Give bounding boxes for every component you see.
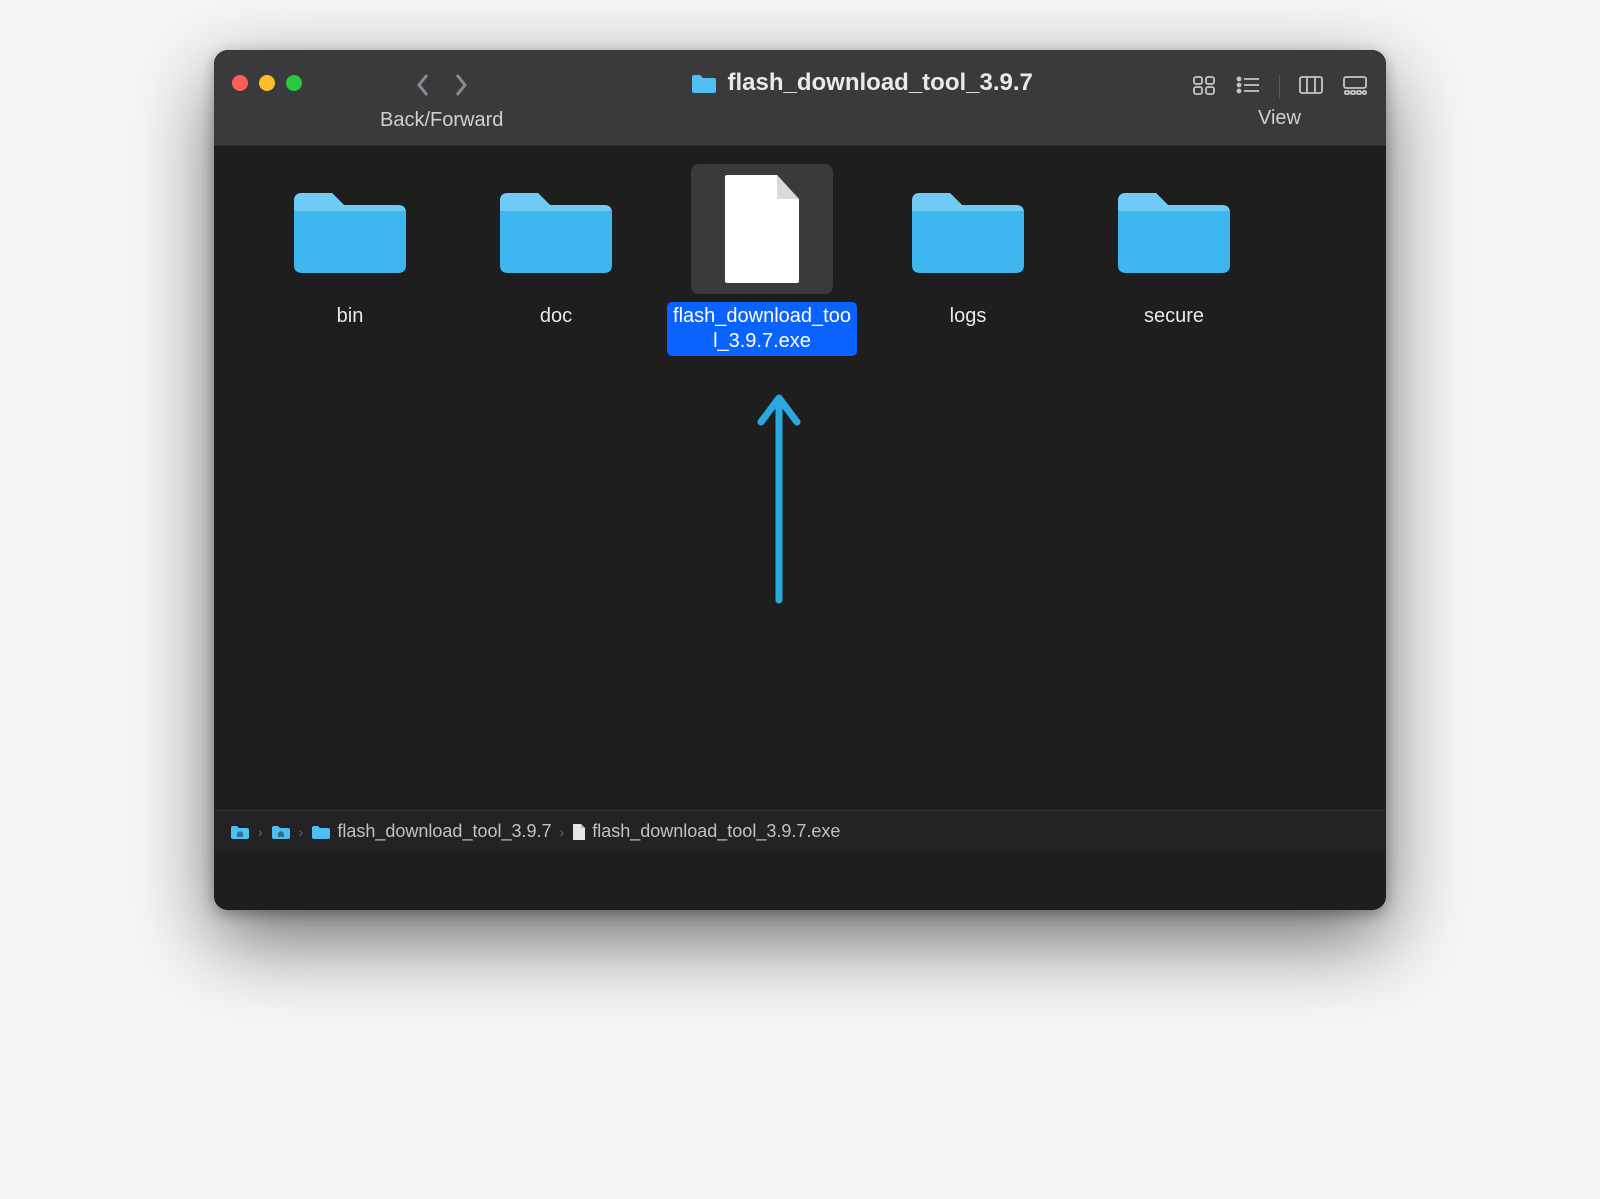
view-group: View (1191, 66, 1368, 130)
columns-icon (1298, 74, 1324, 96)
window-toolbar: Back/Forward flash_download_tool_3.9.7 (214, 50, 1386, 146)
file-item[interactable]: flash_download_tool_3.9.7.exe (662, 164, 862, 356)
column-view-button[interactable] (1298, 74, 1324, 101)
nav-label: Back/Forward (380, 109, 503, 132)
list-view-button[interactable] (1235, 74, 1261, 101)
item-label: flash_download_tool_3.9.7.exe (667, 302, 857, 356)
folder-item[interactable]: secure (1074, 164, 1274, 356)
nav-group: Back/Forward (380, 64, 503, 132)
folder-icon (279, 164, 421, 294)
grid-icon (1191, 74, 1217, 96)
path-segment-label: flash_download_tool_3.9.7 (337, 821, 551, 842)
folder-icon (311, 824, 331, 840)
path-segment[interactable] (230, 824, 250, 840)
traffic-lights (232, 75, 302, 91)
path-segment[interactable] (271, 824, 291, 840)
finder-window: Back/Forward flash_download_tool_3.9.7 (214, 50, 1386, 910)
close-icon[interactable] (232, 75, 248, 91)
bottom-spacer (214, 852, 1386, 910)
path-segment[interactable]: flash_download_tool_3.9.7 (311, 821, 551, 842)
minimize-icon[interactable] (259, 75, 275, 91)
chevron-left-icon (415, 72, 431, 98)
forward-button[interactable] (453, 72, 469, 103)
window-title: flash_download_tool_3.9.7 (727, 69, 1032, 97)
path-bar: › › flash_download_tool_3.9.7 › flash_downlo… (214, 810, 1386, 852)
item-label: bin (331, 302, 370, 331)
folder-icon (1103, 164, 1245, 294)
chevron-right-icon (453, 72, 469, 98)
view-label: View (1258, 107, 1301, 130)
back-button[interactable] (415, 72, 431, 103)
title-group: flash_download_tool_3.9.7 (541, 69, 1183, 97)
divider (1279, 75, 1280, 99)
file-icon (572, 823, 586, 841)
folder-item[interactable]: doc (456, 164, 656, 356)
folder-item[interactable]: bin (250, 164, 450, 356)
folder-icon (691, 72, 717, 94)
folder-icon (485, 164, 627, 294)
chevron-right-icon: › (258, 824, 263, 840)
chevron-right-icon: › (560, 824, 565, 840)
path-segment-label: flash_download_tool_3.9.7.exe (592, 821, 840, 842)
item-label: logs (944, 302, 993, 331)
home-folder-icon (230, 824, 250, 840)
icon-view-button[interactable] (1191, 74, 1217, 101)
annotation-arrow-icon (751, 386, 807, 606)
list-icon (1235, 74, 1261, 96)
path-segment[interactable]: flash_download_tool_3.9.7.exe (572, 821, 840, 842)
gallery-icon (1342, 74, 1368, 96)
item-label: doc (534, 302, 578, 331)
item-label: secure (1138, 302, 1210, 331)
home-folder-icon (271, 824, 291, 840)
folder-icon (897, 164, 1039, 294)
folder-item[interactable]: logs (868, 164, 1068, 356)
file-icon (691, 164, 833, 294)
file-grid[interactable]: bin doc flash_download_tool_3.9.7.exe logs s… (214, 146, 1386, 810)
gallery-view-button[interactable] (1342, 74, 1368, 101)
chevron-right-icon: › (299, 824, 304, 840)
zoom-icon[interactable] (286, 75, 302, 91)
